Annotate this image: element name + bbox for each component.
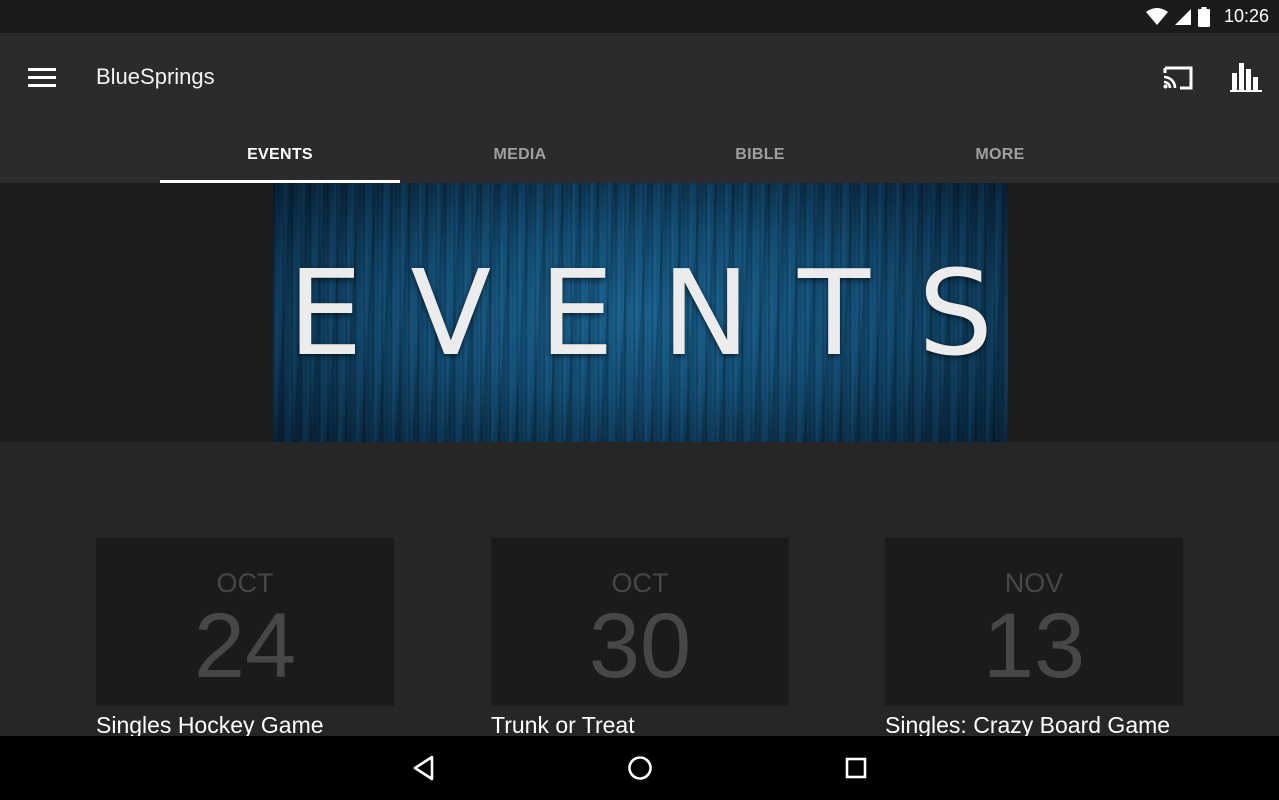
banner-text: EVENTS	[287, 243, 1042, 382]
status-time: 10:26	[1223, 6, 1269, 26]
event-date-box: OCT 24	[96, 538, 394, 706]
tab-bible[interactable]: BIBLE	[640, 126, 880, 183]
cast-icon	[1163, 66, 1193, 90]
event-title: Singles: Crazy Board Game	[885, 712, 1171, 738]
event-card[interactable]: OCT 24 Singles Hockey Game	[96, 538, 394, 739]
app-title: BlueSprings	[96, 64, 215, 89]
tab-events[interactable]: EVENTS	[160, 126, 400, 183]
tab-label: EVENTS	[247, 145, 313, 163]
event-day: 24	[193, 595, 297, 697]
status-icons: 10:26	[1145, 0, 1269, 33]
tab-label: BIBLE	[735, 145, 785, 163]
recents-square-icon	[845, 757, 867, 779]
menu-button[interactable]	[28, 67, 58, 89]
events-banner-image: EVENTS	[273, 183, 1008, 442]
back-triangle-icon	[413, 755, 434, 781]
event-day: 30	[588, 595, 692, 697]
stats-button[interactable]	[1230, 61, 1264, 93]
event-title: Trunk or Treat	[491, 712, 635, 738]
tab-more[interactable]: MORE	[880, 126, 1120, 183]
tab-label: MORE	[975, 145, 1025, 163]
cast-button[interactable]	[1161, 63, 1195, 93]
tab-media[interactable]: MEDIA	[400, 126, 640, 183]
event-title: Singles Hockey Game	[96, 712, 324, 738]
hero-banner: EVENTS	[0, 183, 1279, 442]
event-card[interactable]: NOV 13 Singles: Crazy Board Game	[885, 538, 1183, 739]
wifi-icon	[1145, 7, 1168, 25]
system-nav-bar	[0, 736, 1279, 800]
home-button[interactable]	[624, 752, 656, 784]
cell-signal-icon	[1174, 8, 1191, 25]
battery-icon	[1197, 6, 1210, 27]
tab-label: MEDIA	[493, 145, 547, 163]
bar-chart-icon	[1230, 63, 1262, 92]
status-bar: 10:26	[0, 0, 1279, 33]
hamburger-menu-icon	[28, 68, 56, 87]
tab-bar: EVENTS MEDIA BIBLE MORE	[160, 126, 1120, 183]
event-date-box: OCT 30	[491, 538, 789, 706]
back-button[interactable]	[408, 752, 440, 784]
event-date-box: NOV 13	[885, 538, 1183, 706]
event-day: 13	[982, 595, 1086, 697]
event-card[interactable]: OCT 30 Trunk or Treat	[491, 538, 789, 739]
recents-button[interactable]	[840, 752, 872, 784]
app-bar: BlueSprings EVENTS MEDIA BIBLE MORE	[0, 33, 1279, 183]
home-circle-icon	[628, 756, 652, 780]
